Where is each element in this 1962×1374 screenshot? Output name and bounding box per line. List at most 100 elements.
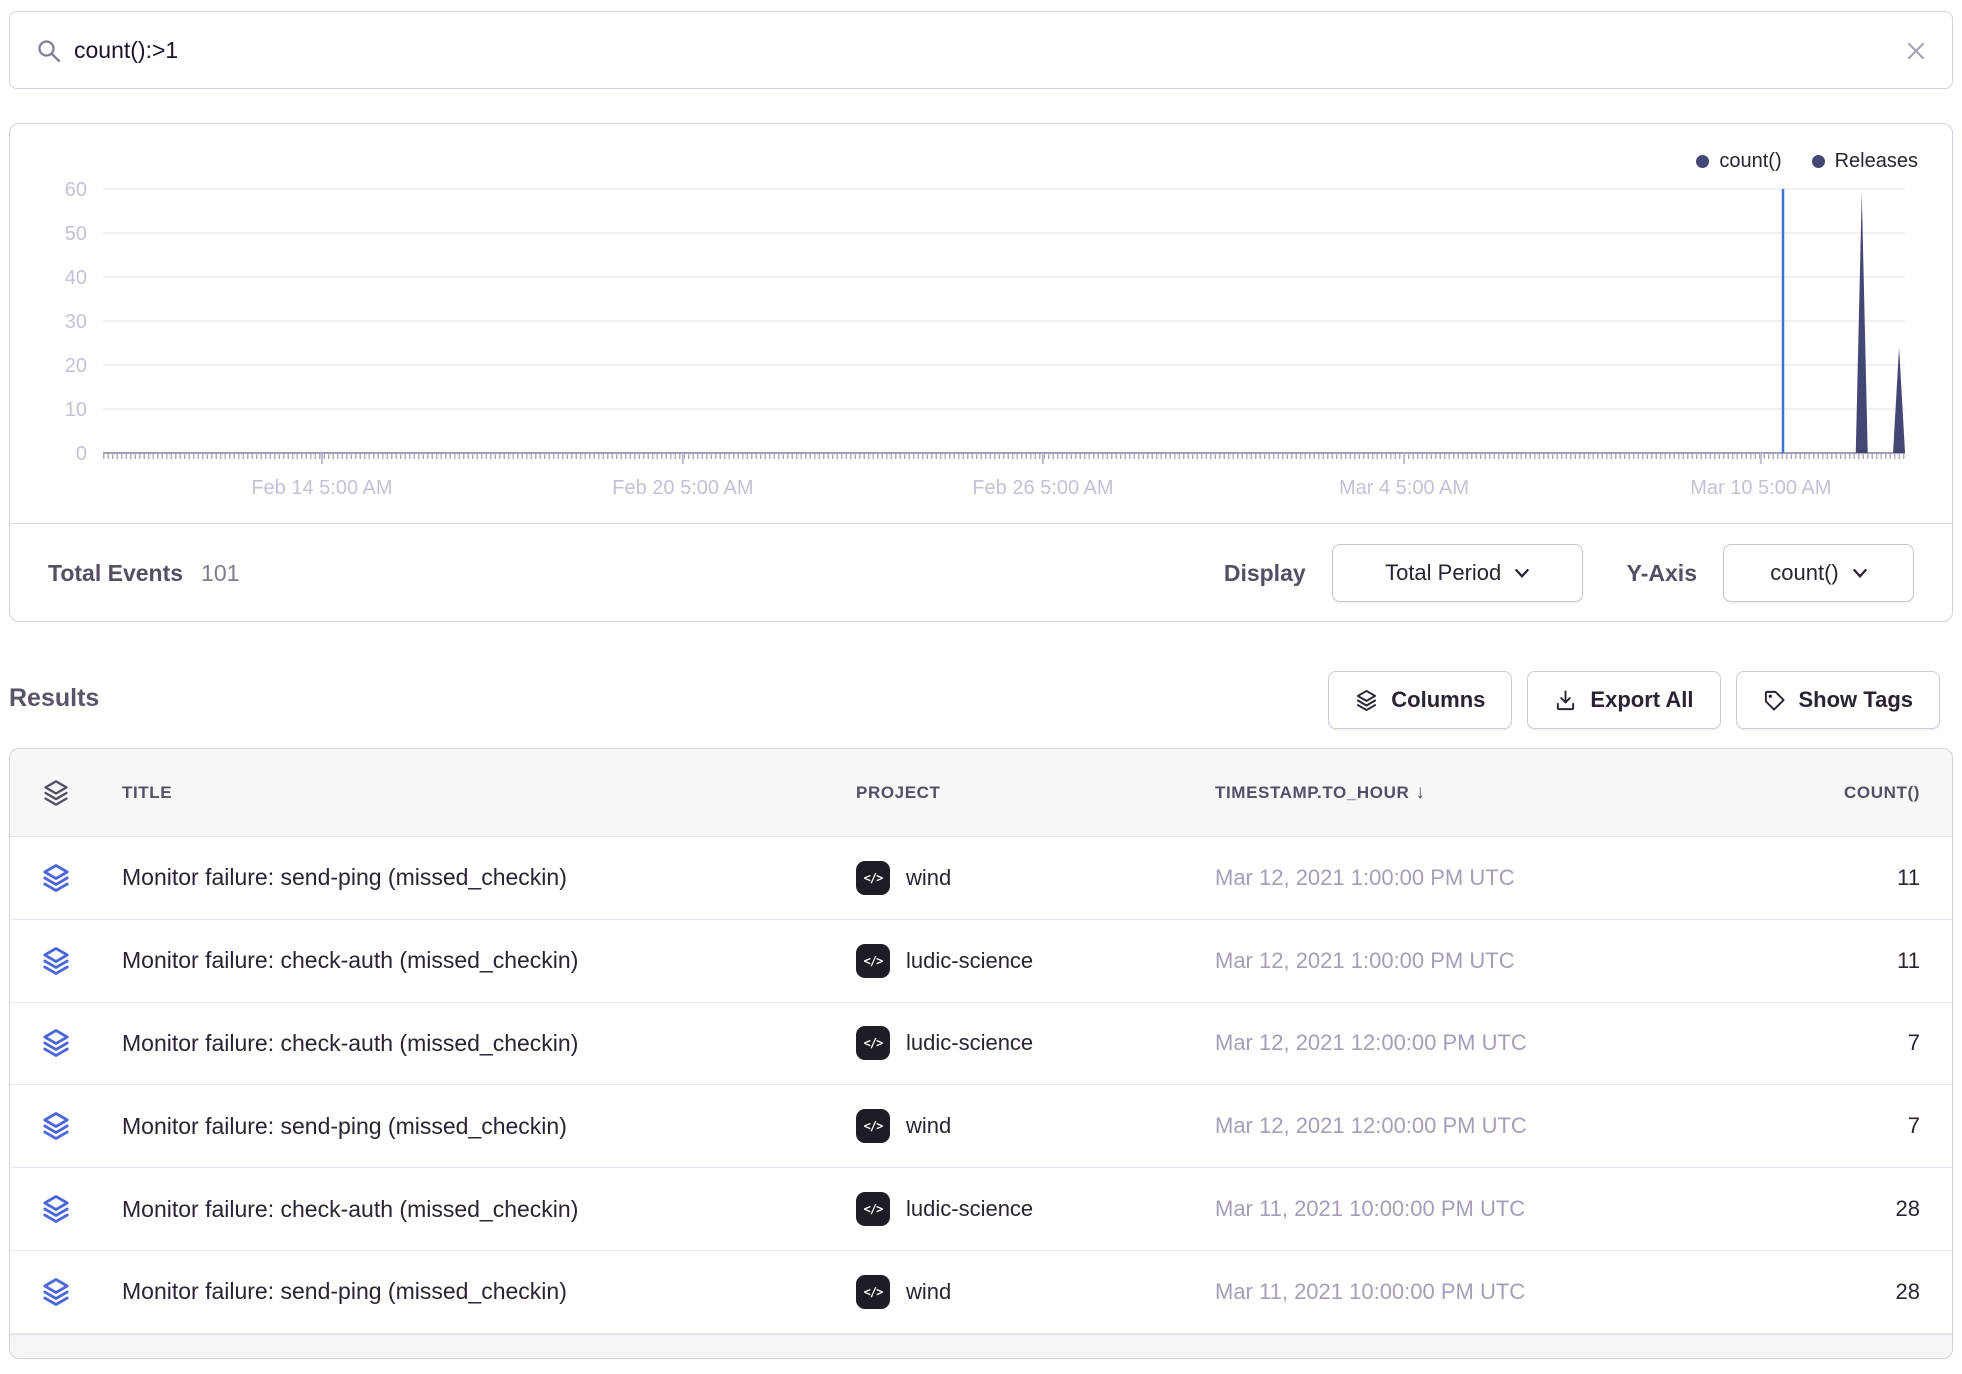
legend-item-releases[interactable]: Releases: [1812, 150, 1918, 173]
timestamp-value: Mar 11, 2021 10:00:00 PM UTC: [1205, 1279, 1670, 1305]
project-cell: </> ludic-science: [848, 944, 1205, 978]
count-value: 7: [1670, 1113, 1952, 1139]
total-events-label: Total Events: [48, 560, 183, 587]
svg-text:Feb 26 5:00 AM: Feb 26 5:00 AM: [972, 477, 1113, 499]
chart-panel: 0102030405060Feb 14 5:00 AMFeb 20 5:00 A…: [9, 123, 1953, 622]
event-stack-icon: [41, 863, 71, 893]
columns-button[interactable]: Columns: [1328, 671, 1512, 729]
yaxis-dropdown[interactable]: count(): [1723, 544, 1914, 602]
svg-text:10: 10: [65, 399, 87, 421]
timestamp-header-label: TIMESTAMP.TO_HOUR: [1215, 783, 1409, 802]
results-heading: Results: [9, 684, 99, 713]
timestamp-value: Mar 12, 2021 1:00:00 PM UTC: [1205, 865, 1670, 891]
count-value: 11: [1670, 865, 1952, 891]
discover-page: 0102030405060Feb 14 5:00 AMFeb 20 5:00 A…: [0, 0, 1962, 1374]
table-row: Monitor failure: send-ping (missed_check…: [10, 1251, 1952, 1334]
chevron-down-icon: [1515, 569, 1529, 578]
table-header-row: TITLE PROJECT TIMESTAMP.TO_HOUR ↓ COUNT(): [10, 749, 1952, 837]
show-tags-button[interactable]: Show Tags: [1736, 671, 1941, 729]
table-row: Monitor failure: send-ping (missed_check…: [10, 837, 1952, 920]
table-row: Monitor failure: send-ping (missed_check…: [10, 1085, 1952, 1168]
yaxis-dropdown-value: count(): [1770, 560, 1838, 586]
results-toolbar: Columns Export All Show Tags: [1328, 671, 1940, 729]
project-platform-icon: </>: [856, 1026, 890, 1060]
count-value: 11: [1670, 948, 1952, 974]
layers-icon: [1355, 689, 1378, 712]
count-value: 28: [1670, 1196, 1952, 1222]
export-all-button-label: Export All: [1590, 687, 1693, 713]
svg-text:Mar 4 5:00 AM: Mar 4 5:00 AM: [1339, 477, 1469, 499]
tag-icon: [1763, 689, 1786, 712]
chart-footer: Total Events 101 Display Total Period Y-…: [10, 523, 1952, 622]
search-bar: [9, 11, 1953, 89]
download-icon: [1554, 689, 1577, 712]
event-stack-icon: [41, 1028, 71, 1058]
clear-search-icon[interactable]: [1906, 41, 1926, 61]
export-all-button[interactable]: Export All: [1527, 671, 1720, 729]
event-title-link[interactable]: Monitor failure: check-auth (missed_chec…: [102, 1196, 848, 1223]
display-label: Display: [1224, 560, 1306, 587]
column-header-title[interactable]: TITLE: [102, 783, 848, 803]
chart-controls: Display Total Period Y-Axis count(): [1224, 544, 1914, 602]
timestamp-value: Mar 12, 2021 12:00:00 PM UTC: [1205, 1030, 1670, 1056]
timestamp-value: Mar 11, 2021 10:00:00 PM UTC: [1205, 1196, 1670, 1222]
event-stack-icon: [41, 1111, 71, 1141]
svg-text:Mar 10 5:00 AM: Mar 10 5:00 AM: [1690, 477, 1831, 499]
project-platform-icon: </>: [856, 944, 890, 978]
timestamp-value: Mar 12, 2021 1:00:00 PM UTC: [1205, 948, 1670, 974]
releases-dot: [1812, 155, 1825, 168]
releases-label: Releases: [1835, 150, 1918, 173]
events-chart: 0102030405060Feb 14 5:00 AMFeb 20 5:00 A…: [10, 124, 1954, 519]
search-input[interactable]: [74, 13, 1884, 87]
svg-text:20: 20: [65, 355, 87, 377]
chart-legend: count() Releases: [1696, 150, 1918, 173]
project-name: wind: [906, 1279, 951, 1305]
project-cell: </> wind: [848, 861, 1205, 895]
project-name: ludic-science: [906, 1030, 1033, 1056]
yaxis-label: Y-Axis: [1627, 560, 1697, 587]
timestamp-value: Mar 12, 2021 12:00:00 PM UTC: [1205, 1113, 1670, 1139]
display-dropdown-value: Total Period: [1385, 560, 1501, 586]
table-body: Monitor failure: send-ping (missed_check…: [10, 837, 1952, 1334]
project-cell: </> ludic-science: [848, 1026, 1205, 1060]
event-stack-icon: [41, 1277, 71, 1307]
table-row: Monitor failure: check-auth (missed_chec…: [10, 920, 1952, 1003]
show-tags-button-label: Show Tags: [1799, 687, 1914, 713]
search-icon: [36, 38, 62, 64]
event-stack-icon: [41, 946, 71, 976]
count-value: 7: [1670, 1030, 1952, 1056]
svg-text:60: 60: [65, 179, 87, 201]
svg-text:Feb 14 5:00 AM: Feb 14 5:00 AM: [251, 477, 392, 499]
event-title-link[interactable]: Monitor failure: send-ping (missed_check…: [102, 864, 848, 891]
project-name: wind: [906, 1113, 951, 1139]
sort-desc-arrow-icon: ↓: [1415, 782, 1425, 803]
results-table: TITLE PROJECT TIMESTAMP.TO_HOUR ↓ COUNT()…: [9, 748, 1953, 1359]
display-dropdown[interactable]: Total Period: [1332, 544, 1583, 602]
svg-text:40: 40: [65, 267, 87, 289]
svg-text:0: 0: [76, 443, 87, 465]
project-platform-icon: </>: [856, 1275, 890, 1309]
svg-text:Feb 20 5:00 AM: Feb 20 5:00 AM: [612, 477, 753, 499]
legend-item-count[interactable]: count(): [1696, 150, 1781, 173]
stack-icon[interactable]: [42, 779, 70, 807]
count-series-label: count(): [1719, 150, 1781, 173]
total-events-value: 101: [201, 560, 239, 587]
table-footer: [10, 1334, 1952, 1359]
project-platform-icon: </>: [856, 861, 890, 895]
project-platform-icon: </>: [856, 1109, 890, 1143]
column-header-project[interactable]: PROJECT: [848, 783, 1205, 803]
project-name: wind: [906, 865, 951, 891]
table-row: Monitor failure: check-auth (missed_chec…: [10, 1003, 1952, 1086]
table-row: Monitor failure: check-auth (missed_chec…: [10, 1168, 1952, 1251]
columns-button-label: Columns: [1391, 687, 1485, 713]
event-title-link[interactable]: Monitor failure: check-auth (missed_chec…: [102, 1030, 848, 1057]
count-value: 28: [1670, 1279, 1952, 1305]
column-header-timestamp[interactable]: TIMESTAMP.TO_HOUR ↓: [1205, 782, 1670, 804]
count-series-dot: [1696, 155, 1709, 168]
chevron-down-icon: [1853, 569, 1867, 578]
column-header-count[interactable]: COUNT(): [1670, 783, 1952, 803]
event-title-link[interactable]: Monitor failure: send-ping (missed_check…: [102, 1278, 848, 1305]
project-cell: </> wind: [848, 1109, 1205, 1143]
event-title-link[interactable]: Monitor failure: check-auth (missed_chec…: [102, 947, 848, 974]
event-title-link[interactable]: Monitor failure: send-ping (missed_check…: [102, 1113, 848, 1140]
